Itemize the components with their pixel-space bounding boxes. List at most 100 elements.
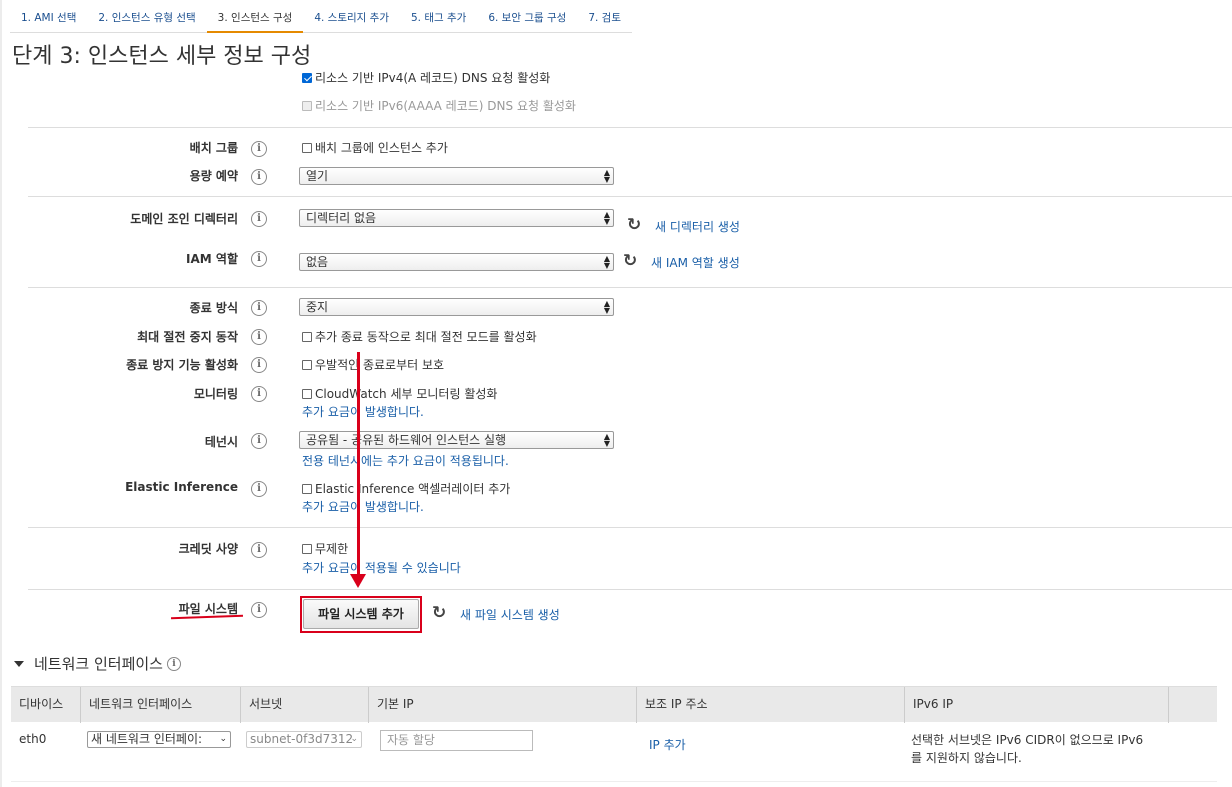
annotation-arrow-line [357,352,360,578]
divider [28,196,1232,197]
credit-spec-label: 크레딧 사양 [178,542,238,556]
iam-role-value: 없음 [306,255,329,269]
dns-ipv4-checkbox[interactable] [302,72,312,83]
iam-role-info-icon[interactable]: i [251,251,267,267]
add-file-system-button[interactable]: 파일 시스템 추가 [303,599,419,629]
termination-protection-checkbox[interactable] [302,359,312,370]
domain-join-info-icon[interactable]: i [251,211,267,227]
placement-group-checkbox-label: 배치 그룹에 인스턴스 추가 [315,141,448,155]
dns-ipv4-label: 리소스 기반 IPv4(A 레코드) DNS 요청 활성화 [315,71,551,85]
iam-role-select[interactable]: 없음 ▲ ▼ [299,253,614,271]
network-interfaces-header[interactable]: 네트워크 인터페이스 i [14,653,181,674]
capacity-reservation-value: 열기 [306,169,329,183]
dns-ipv4-option[interactable]: 리소스 기반 IPv4(A 레코드) DNS 요청 활성화 [302,69,550,86]
tab-choose-instance-type[interactable]: 2. 인스턴스 유형 선택 [87,5,207,33]
divider [28,527,1232,528]
dns-ipv6-checkbox [302,100,312,111]
capacity-reservation-select[interactable]: 열기 ▲ ▼ [299,167,614,185]
hibernate-info-icon[interactable]: i [251,329,267,345]
termination-protection-info-icon[interactable]: i [251,357,267,373]
tab-add-storage[interactable]: 4. 스토리지 추가 [303,5,400,33]
device-cell: eth0 [19,732,47,746]
column-header: 서브넷 [241,687,369,723]
add-ip-link[interactable]: IP 추가 [649,736,686,753]
credit-spec-option[interactable]: 무제한 [302,540,348,557]
column-header: IPv6 IP [905,687,1169,723]
tab-add-tags[interactable]: 5. 태그 추가 [399,5,478,33]
shutdown-behavior-select[interactable]: 중지 ▲ ▼ [299,298,614,316]
credit-spec-info-icon[interactable]: i [251,542,267,558]
network-interfaces-table: 디바이스 네트워크 인터페이스 서브넷 기본 IP 보조 IP 주소 IPv6 … [11,686,1217,782]
divider [28,127,1232,128]
select-arrows-icon: ▲ ▼ [603,210,610,226]
chevron-down-icon: ⌄ [219,734,227,744]
credit-spec-charge-note[interactable]: 추가 요금이 적용될 수 있습니다 [302,559,461,576]
refresh-icon[interactable]: ↻ [623,253,637,270]
primary-ip-placeholder: 자동 할당 [387,733,435,747]
create-file-system-link[interactable]: 새 파일 시스템 생성 [460,606,560,623]
capacity-reservation-info-icon[interactable]: i [251,169,267,185]
refresh-icon[interactable]: ↻ [432,605,446,622]
select-arrows-icon: ▲ ▼ [603,168,610,184]
tenancy-info-icon[interactable]: i [251,433,267,449]
termination-protection-checkbox-label: 우발적인 종료로부터 보호 [315,358,445,372]
termination-protection-option[interactable]: 우발적인 종료로부터 보호 [302,356,444,373]
page-title: 단계 3: 인스턴스 세부 정보 구성 [12,44,312,69]
tenancy-select[interactable]: 공유됨 - 공유된 하드웨어 인스턴스 실행 ▲ ▼ [299,431,614,449]
divider [28,589,1232,590]
hibernate-option[interactable]: 추가 종료 동작으로 최대 절전 모드를 활성화 [302,328,537,345]
refresh-icon[interactable]: ↻ [627,217,641,234]
hibernate-checkbox[interactable] [302,331,312,342]
tab-configure-security-group[interactable]: 6. 보안 그룹 구성 [477,5,578,33]
create-directory-link[interactable]: 새 디렉터리 생성 [655,218,740,235]
ipv6-note-line: 선택한 서브넷은 IPv6 CIDR이 없으므로 IPv6 [911,733,1144,747]
shutdown-behavior-info-icon[interactable]: i [251,300,267,316]
termination-protection-label: 종료 방지 기능 활성화 [126,358,238,372]
select-arrows-icon: ▲ ▼ [603,299,610,315]
placement-group-label: 배치 그룹 [189,141,238,155]
elastic-inference-charge-note[interactable]: 추가 요금이 발생합니다. [302,498,424,515]
monitoring-info-icon[interactable]: i [251,386,267,402]
monitoring-option[interactable]: CloudWatch 세부 모니터링 활성화 [302,385,497,402]
column-header: 디바이스 [11,687,81,723]
unlimited-checkbox[interactable] [302,543,312,554]
elastic-inference-checkbox[interactable] [302,483,312,494]
placement-group-option[interactable]: 배치 그룹에 인스턴스 추가 [302,139,448,156]
network-interface-select[interactable]: 새 네트워크 인터페이: ⌄ [87,731,231,748]
collapse-caret-icon[interactable] [14,660,24,667]
elastic-inference-option[interactable]: Elastic Inference 액셀러레이터 추가 [302,480,510,497]
elastic-inference-info-icon[interactable]: i [251,481,267,497]
wizard-tabs: 1. AMI 선택 2. 인스턴스 유형 선택 3. 인스턴스 구성 4. 스토… [10,5,633,33]
monitoring-checkbox[interactable] [302,388,312,399]
divider [28,287,1232,288]
iam-role-label: IAM 역할 [186,252,238,266]
column-header: 보조 IP 주소 [637,687,905,723]
chevron-down-icon: ⌄ [350,734,358,744]
column-header: 네트워크 인터페이스 [81,687,241,723]
table-header: 디바이스 네트워크 인터페이스 서브넷 기본 IP 보조 IP 주소 IPv6 … [11,686,1217,723]
capacity-reservation-label: 용량 예약 [189,169,238,183]
tenancy-charge-note[interactable]: 전용 테넌시에는 추가 요금이 적용됩니다. [302,452,509,469]
primary-ip-input[interactable]: 자동 할당 [380,730,533,751]
tenancy-value: 공유됨 - 공유된 하드웨어 인스턴스 실행 [306,433,507,447]
network-interfaces-info-icon[interactable]: i [166,656,181,671]
placement-group-checkbox[interactable] [302,142,312,153]
monitoring-charge-note[interactable]: 추가 요금이 발생합니다. [302,403,424,420]
tenancy-label: 테넌시 [204,435,238,449]
domain-join-value: 디렉터리 없음 [306,211,377,225]
domain-join-label: 도메인 조인 디렉터리 [130,212,238,226]
dns-ipv6-label: 리소스 기반 IPv6(AAAA 레코드) DNS 요청 활성화 [315,99,576,113]
placement-group-info-icon[interactable]: i [251,141,267,157]
tab-choose-ami[interactable]: 1. AMI 선택 [10,5,88,33]
monitoring-label: 모니터링 [193,387,238,401]
hibernate-label: 최대 절전 중지 동작 [137,330,238,344]
tab-configure-instance[interactable]: 3. 인스턴스 구성 [206,5,304,33]
left-edge [0,0,2,787]
table-row: eth0 새 네트워크 인터페이: ⌄ subnet-0f3d7312 ⌄ 자동… [11,722,1217,782]
domain-join-select[interactable]: 디렉터리 없음 ▲ ▼ [299,209,614,227]
hibernate-checkbox-label: 추가 종료 동작으로 최대 절전 모드를 활성화 [315,330,537,344]
ipv6-note: 선택한 서브넷은 IPv6 CIDR이 없으므로 IPv6 를 지원하지 않습니… [911,731,1143,767]
file-systems-info-icon[interactable]: i [251,602,267,618]
create-iam-role-link[interactable]: 새 IAM 역할 생성 [651,254,740,271]
tab-review[interactable]: 7. 검토 [577,5,633,33]
